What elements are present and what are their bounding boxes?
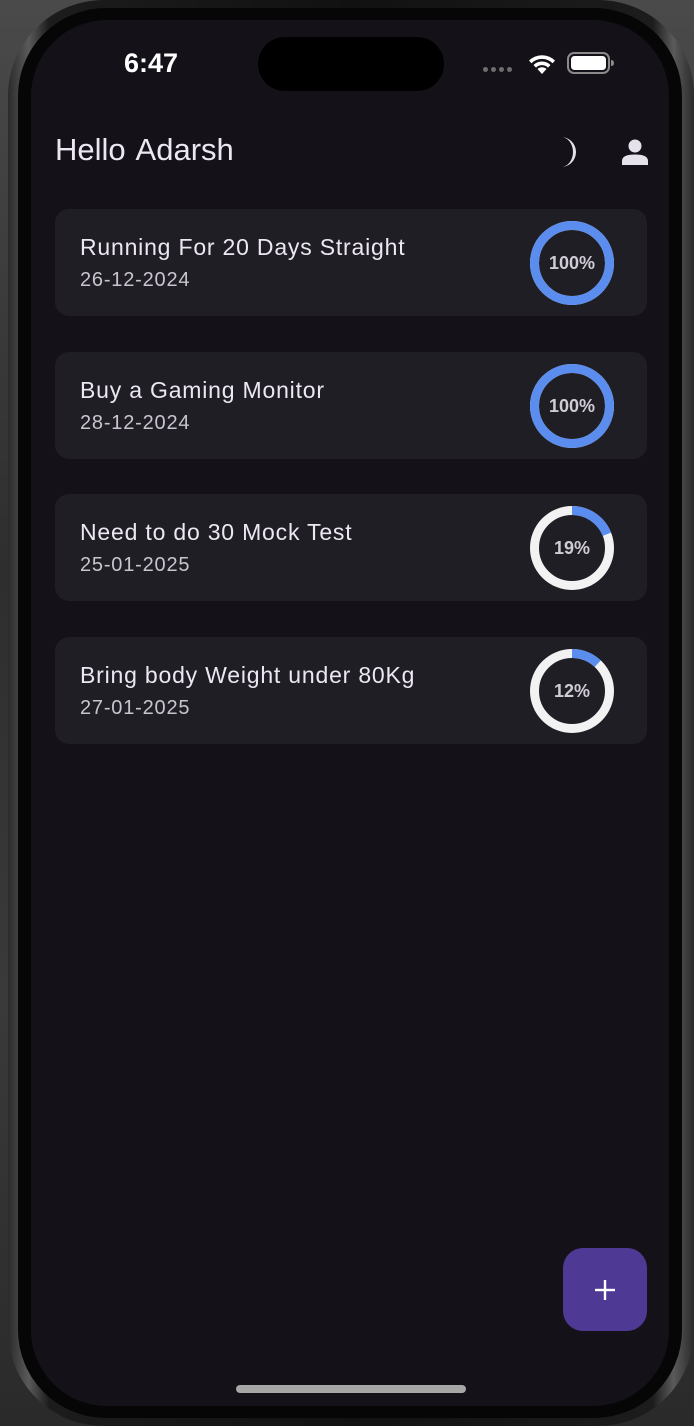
progress-ring: 100% — [528, 219, 616, 307]
greeting-title: Hello Adarsh — [55, 132, 234, 167]
goal-title: Buy a Gaming Monitor — [80, 377, 325, 403]
progress-label: 100% — [548, 252, 596, 273]
moon-icon — [561, 137, 576, 167]
goal-title: Running For 20 Days Straight — [80, 234, 406, 260]
goal-card[interactable]: Buy a Gaming Monitor 28-12-2024 100% — [55, 352, 647, 459]
dynamic-island — [258, 37, 444, 91]
progress-ring: 100% — [528, 362, 616, 450]
goal-card[interactable]: Running For 20 Days Straight 26-12-2024 … — [55, 209, 647, 316]
theme-toggle-button[interactable] — [543, 132, 583, 172]
goal-date: 26-12-2024 — [80, 269, 191, 291]
goal-title: Bring body Weight under 80Kg — [80, 662, 416, 688]
goal-date: 27-01-2025 — [80, 697, 191, 719]
progress-ring: 19% — [528, 504, 616, 592]
progress-ring: 12% — [528, 647, 616, 735]
plus-icon — [595, 1279, 615, 1300]
add-goal-button[interactable] — [563, 1248, 647, 1331]
progress-label: 100% — [548, 395, 596, 416]
goal-date: 25-01-2025 — [80, 554, 191, 576]
battery-icon — [567, 52, 614, 74]
progress-label: 12% — [553, 680, 591, 701]
status-time: 6:47 — [123, 48, 179, 78]
profile-button[interactable] — [615, 132, 655, 172]
person-icon — [622, 139, 648, 165]
goal-card[interactable]: Bring body Weight under 80Kg 27-01-2025 … — [55, 637, 647, 744]
goal-title: Need to do 30 Mock Test — [80, 519, 353, 545]
signal-dots-icon — [483, 67, 512, 72]
progress-label: 19% — [553, 537, 591, 558]
goal-card[interactable]: Need to do 30 Mock Test 25-01-2025 19% — [55, 494, 647, 601]
home-indicator — [236, 1385, 466, 1393]
app-screen: 6:47 Hello Adarsh Running For 20 Days St… — [31, 20, 669, 1406]
wifi-icon — [529, 55, 555, 74]
goal-date: 28-12-2024 — [80, 412, 191, 434]
